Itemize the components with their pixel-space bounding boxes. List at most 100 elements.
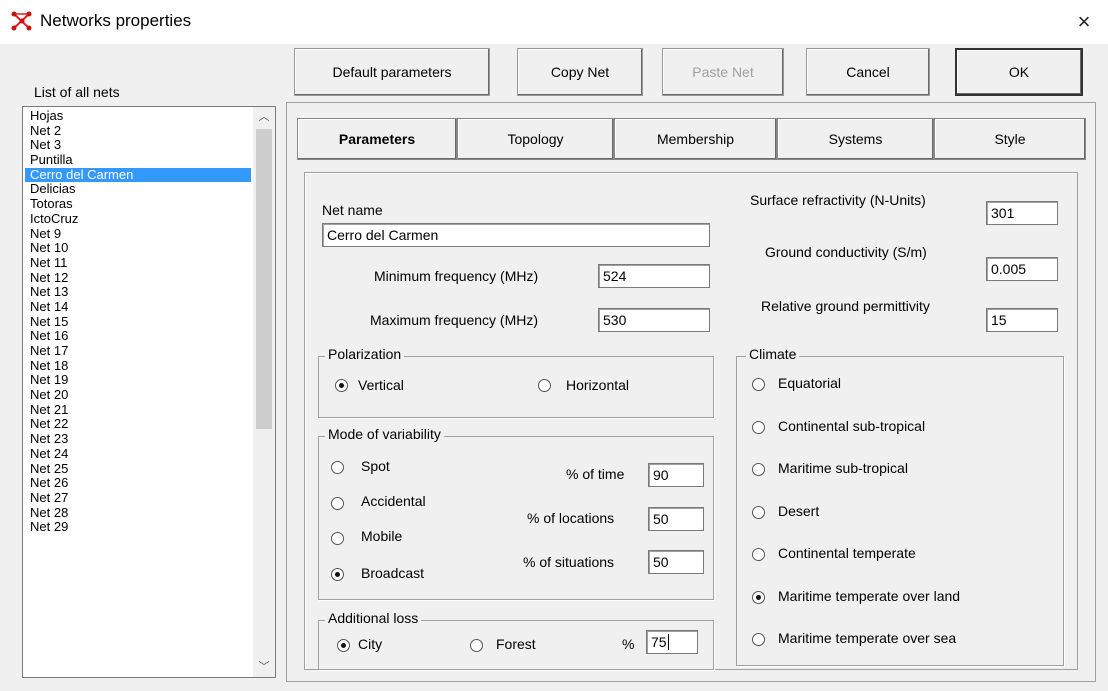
percent-situations-input[interactable]: 50 bbox=[648, 550, 704, 574]
list-caption: List of all nets bbox=[34, 84, 120, 100]
tab-style[interactable]: Style bbox=[934, 118, 1086, 160]
loss-forest-radio[interactable] bbox=[470, 639, 483, 652]
list-item[interactable]: Net 17 bbox=[25, 343, 251, 359]
min-frequency-input[interactable]: 524 bbox=[598, 264, 710, 288]
climate-maritime-subtropical-label[interactable]: Maritime sub-tropical bbox=[778, 460, 908, 476]
climate-continental-subtropical-radio[interactable] bbox=[752, 421, 765, 434]
climate-maritime-temperate-land-radio[interactable] bbox=[752, 591, 765, 604]
variability-broadcast-radio[interactable] bbox=[331, 568, 344, 581]
climate-continental-temperate-label[interactable]: Continental temperate bbox=[778, 545, 916, 561]
list-item[interactable]: Net 29 bbox=[25, 520, 251, 535]
list-item[interactable]: Cerro del Carmen bbox=[25, 167, 251, 183]
list-item[interactable]: Puntilla bbox=[25, 152, 251, 168]
polarization-vertical-radio[interactable] bbox=[335, 379, 348, 392]
list-item[interactable]: Net 9 bbox=[25, 226, 251, 242]
window-title: Networks properties bbox=[40, 11, 192, 30]
loss-forest-label[interactable]: Forest bbox=[496, 636, 536, 652]
min-frequency-label: Minimum frequency (MHz) bbox=[374, 268, 539, 284]
variability-spot-radio[interactable] bbox=[331, 461, 344, 474]
list-item[interactable]: Net 24 bbox=[25, 446, 251, 462]
conductivity-input[interactable]: 0.005 bbox=[986, 257, 1058, 281]
loss-percent-input[interactable]: 75 bbox=[646, 630, 698, 654]
list-item[interactable]: Net 3 bbox=[25, 138, 251, 153]
tab-membership[interactable]: Membership bbox=[614, 118, 777, 160]
climate-maritime-subtropical-radio[interactable] bbox=[752, 463, 765, 476]
list-item[interactable]: Net 26 bbox=[25, 475, 251, 491]
polarization-horizontal-radio[interactable] bbox=[538, 379, 551, 392]
list-item[interactable]: Net 16 bbox=[25, 329, 251, 344]
loss-percent-label: % bbox=[622, 636, 635, 652]
list-item[interactable]: Net 27 bbox=[25, 490, 251, 506]
list-item[interactable]: Net 19 bbox=[25, 373, 251, 388]
paste-net-button[interactable]: Paste Net bbox=[662, 48, 784, 96]
climate-continental-subtropical-label[interactable]: Continental sub-tropical bbox=[778, 418, 925, 434]
permittivity-label: Relative ground permittivity bbox=[761, 298, 930, 314]
variability-broadcast-label[interactable]: Broadcast bbox=[361, 565, 424, 581]
climate-continental-temperate-radio[interactable] bbox=[752, 548, 765, 561]
chevron-up-icon[interactable]: ︿ bbox=[253, 107, 275, 127]
variability-accidental-label[interactable]: Accidental bbox=[361, 493, 426, 509]
variability-accidental-radio[interactable] bbox=[331, 497, 344, 510]
climate-maritime-temperate-sea-label[interactable]: Maritime temperate over sea bbox=[778, 630, 956, 646]
permittivity-input[interactable]: 15 bbox=[986, 308, 1058, 332]
variability-spot-label[interactable]: Spot bbox=[361, 458, 390, 474]
list-item[interactable]: Net 28 bbox=[25, 505, 251, 521]
net-name-label: Net name bbox=[322, 202, 383, 218]
close-button[interactable]: × bbox=[1070, 8, 1098, 36]
chevron-down-icon[interactable]: ﹀ bbox=[253, 657, 275, 677]
loss-city-label[interactable]: City bbox=[358, 636, 382, 652]
additional-loss-legend: Additional loss bbox=[325, 610, 422, 626]
default-parameters-button[interactable]: Default parameters bbox=[294, 48, 490, 96]
list-item[interactable]: IctoCruz bbox=[25, 211, 251, 227]
list-item[interactable]: Net 21 bbox=[25, 402, 251, 418]
climate-equatorial-label[interactable]: Equatorial bbox=[778, 375, 841, 391]
refractivity-input[interactable]: 301 bbox=[986, 201, 1058, 225]
text-cursor bbox=[668, 634, 669, 650]
loss-city-radio[interactable] bbox=[337, 639, 350, 652]
ok-button[interactable]: OK bbox=[955, 48, 1083, 96]
list-item[interactable]: Net 2 bbox=[25, 123, 251, 139]
max-frequency-input[interactable]: 530 bbox=[598, 308, 710, 332]
list-item[interactable]: Delicias bbox=[25, 182, 251, 197]
list-item[interactable]: Net 11 bbox=[25, 255, 251, 271]
climate-maritime-temperate-land-label[interactable]: Maritime temperate over land bbox=[778, 588, 960, 604]
climate-desert-label[interactable]: Desert bbox=[778, 503, 819, 519]
list-item[interactable]: Net 14 bbox=[25, 299, 251, 315]
title-bar: Networks properties × bbox=[0, 0, 1108, 44]
list-scrollbar[interactable]: ︿ ﹀ bbox=[253, 107, 275, 677]
list-item[interactable]: Net 10 bbox=[25, 240, 251, 256]
list-item[interactable]: Net 13 bbox=[25, 285, 251, 300]
net-name-input[interactable]: Cerro del Carmen bbox=[322, 223, 710, 247]
polarization-vertical-label[interactable]: Vertical bbox=[358, 377, 404, 393]
tab-systems[interactable]: Systems bbox=[777, 118, 934, 160]
list-item[interactable]: Net 20 bbox=[25, 387, 251, 403]
list-item[interactable]: Net 18 bbox=[25, 358, 251, 374]
tab-parameters[interactable]: Parameters bbox=[297, 118, 457, 160]
climate-desert-radio[interactable] bbox=[752, 506, 765, 519]
list-item[interactable]: Net 15 bbox=[25, 314, 251, 330]
list-item[interactable]: Hojas bbox=[25, 108, 251, 124]
network-graph-icon bbox=[10, 9, 34, 33]
percent-time-input[interactable]: 90 bbox=[648, 463, 704, 487]
nets-list: Hojas Net 2 Net 3 Puntilla Cerro del Carmen D… bbox=[25, 108, 251, 535]
variability-mobile-label[interactable]: Mobile bbox=[361, 528, 402, 544]
percent-locations-input[interactable]: 50 bbox=[648, 507, 704, 531]
copy-net-button[interactable]: Copy Net bbox=[517, 48, 643, 96]
list-item[interactable]: Net 25 bbox=[25, 461, 251, 477]
refractivity-label: Surface refractivity (N-Units) bbox=[750, 192, 926, 208]
list-item[interactable]: Totoras bbox=[25, 196, 251, 212]
tab-topology[interactable]: Topology bbox=[457, 118, 614, 160]
percent-situations-label: % of situations bbox=[523, 554, 615, 570]
climate-equatorial-radio[interactable] bbox=[752, 378, 765, 391]
variability-mobile-radio[interactable] bbox=[331, 532, 344, 545]
list-item[interactable]: Net 23 bbox=[25, 431, 251, 447]
cancel-button[interactable]: Cancel bbox=[806, 48, 930, 96]
polarization-horizontal-label[interactable]: Horizontal bbox=[566, 377, 629, 393]
climate-maritime-temperate-sea-radio[interactable] bbox=[752, 633, 765, 646]
scrollbar-thumb[interactable] bbox=[256, 129, 272, 429]
climate-legend: Climate bbox=[746, 346, 800, 362]
list-item[interactable]: Net 12 bbox=[25, 270, 251, 286]
list-item[interactable]: Net 22 bbox=[25, 417, 251, 432]
nets-listbox[interactable]: Hojas Net 2 Net 3 Puntilla Cerro del Carmen D… bbox=[22, 106, 276, 678]
variability-legend: Mode of variability bbox=[325, 426, 444, 442]
